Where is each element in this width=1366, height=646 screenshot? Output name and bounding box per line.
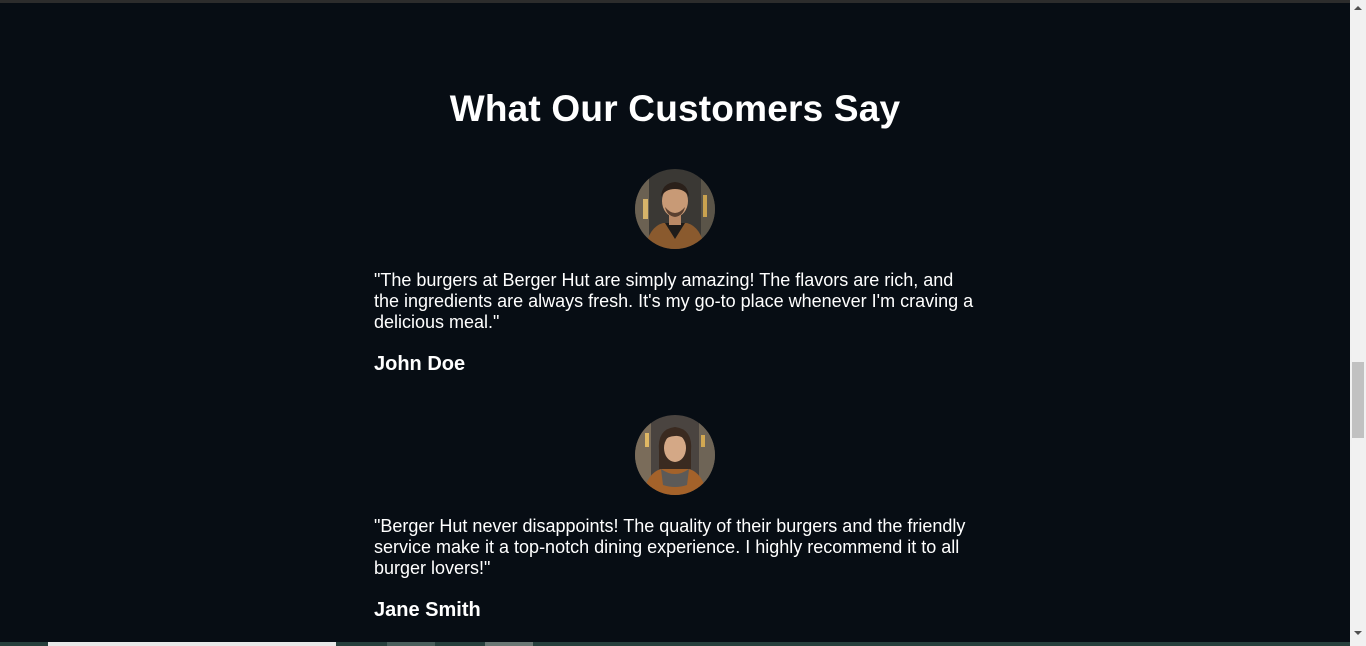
testimonial-quote: "The burgers at Berger Hut are simply am… — [374, 270, 974, 332]
testimonial-card: "The burgers at Berger Hut are simply am… — [374, 169, 978, 376]
testimonial-quote: "Berger Hut never disappoints! The quali… — [374, 516, 966, 578]
page-viewport: What Our Customers Say "The burgers at B… — [0, 8, 1350, 642]
taskbar-edge-segment — [387, 642, 435, 646]
scrollbar-thumb[interactable] — [1352, 362, 1364, 438]
section-title: What Our Customers Say — [449, 88, 901, 129]
avatar-jane-smith — [635, 415, 715, 495]
browser-top-edge — [0, 0, 1350, 8]
scroll-down-arrow-icon[interactable] — [1350, 625, 1366, 642]
scroll-up-arrow-icon[interactable] — [1350, 0, 1366, 17]
avatar-woman-image — [635, 415, 715, 495]
testimonial-card: "Berger Hut never disappoints! The quali… — [374, 415, 978, 622]
avatar-john-doe — [635, 169, 715, 249]
testimonial-author: John Doe — [374, 353, 466, 375]
taskbar-edge-segment — [485, 642, 533, 646]
avatar-man-image — [635, 169, 715, 249]
vertical-scrollbar[interactable] — [1350, 0, 1366, 646]
taskbar-edge-segment — [48, 642, 336, 646]
testimonial-author: Jane Smith — [374, 599, 481, 621]
